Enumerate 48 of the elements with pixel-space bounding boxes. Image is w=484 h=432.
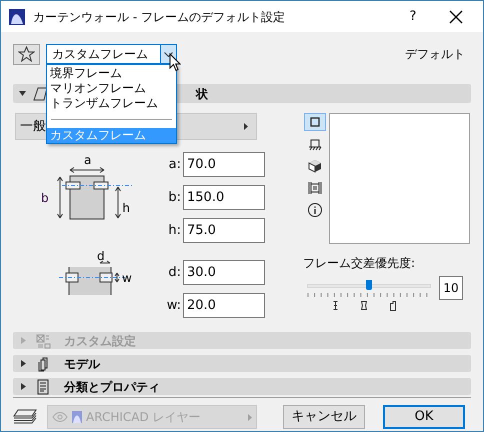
offset-diagram-drawing: d w — [53, 251, 153, 311]
input-field[interactable]: 150.0 — [183, 185, 265, 210]
input-field[interactable]: 75.0 — [183, 218, 265, 243]
collapsed-triangle-icon — [21, 383, 26, 390]
section-header[interactable]: 分類とプロパティ — [13, 378, 471, 395]
priority-slider[interactable] — [305, 279, 431, 293]
help-button[interactable]: ? — [397, 6, 429, 26]
field-label: h: — [167, 222, 182, 240]
high-priority-icon — [390, 301, 396, 311]
priority-value-field[interactable]: 10 — [439, 276, 463, 300]
window-title: カーテンウォール - フレームのデフォルト設定 — [33, 8, 286, 26]
collapsed-triangle-icon — [21, 337, 26, 344]
collapsed-triangle-icon — [21, 360, 26, 367]
dropdown-option[interactable]: マリオンフレーム — [47, 81, 176, 96]
favorites-button[interactable] — [13, 44, 40, 64]
profile-diagram-drawing: a b h — [33, 152, 133, 234]
field-label: a: — [168, 156, 182, 174]
app-icon — [72, 411, 82, 423]
default-label: デフォルト — [405, 46, 465, 63]
right-triangle-icon — [244, 123, 248, 130]
right-triangle-icon — [248, 414, 252, 420]
low-priority-icon — [333, 301, 338, 310]
info-icon — [307, 202, 323, 218]
section-header[interactable]: モデル — [13, 355, 471, 372]
input-field[interactable]: 70.0 — [183, 152, 265, 177]
layers-icon — [13, 409, 37, 425]
list-view-icon — [307, 180, 323, 196]
dialog-button[interactable]: OK — [383, 405, 465, 429]
cube-icon — [307, 158, 323, 174]
close-icon[interactable] — [449, 10, 463, 24]
dropdown-option[interactable]: 境界フレーム — [47, 66, 176, 81]
input-field[interactable]: 30.0 — [183, 260, 265, 285]
field-label: d: — [167, 264, 182, 282]
input-field[interactable]: 20.0 — [183, 293, 265, 318]
slider-thumb[interactable] — [366, 280, 372, 290]
plan-view-button[interactable] — [304, 113, 326, 131]
field-label: b: — [167, 188, 182, 207]
field-label: w: — [166, 296, 182, 315]
chevron-down-icon — [164, 52, 173, 56]
mid-priority-icon — [361, 301, 367, 310]
dialog-button[interactable]: キャンセル — [283, 405, 365, 429]
document-icon — [35, 378, 51, 394]
settings-grid-icon — [35, 332, 51, 348]
star-icon — [18, 46, 35, 62]
app-icon — [9, 8, 25, 24]
eye-icon — [52, 412, 68, 422]
section-title: 状 — [196, 86, 208, 102]
priority-label: フレーム交差優先度: — [303, 255, 416, 272]
